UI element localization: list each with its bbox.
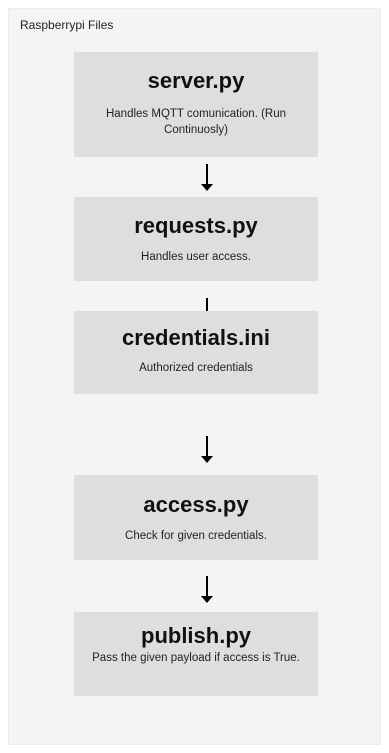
- node-credentials-ini[interactable]: credentials.ini Authorized credentials: [74, 311, 318, 394]
- node-access-py[interactable]: access.py Check for given credentials.: [74, 475, 318, 560]
- node-requests-py[interactable]: requests.py Handles user access.: [74, 197, 318, 281]
- node-title: requests.py: [134, 213, 258, 238]
- node-description: Handles MQTT comunication. (Run Continuo…: [105, 108, 287, 136]
- node-publish-py[interactable]: publish.py Pass the given payload if acc…: [74, 612, 318, 696]
- node-title: access.py: [143, 492, 249, 517]
- arrow-down-icon: [199, 576, 215, 603]
- frame-title: Raspberrypi Files: [20, 18, 114, 32]
- node-title: credentials.ini: [122, 325, 270, 350]
- node-description: Authorized credentials: [139, 362, 253, 374]
- node-server-py[interactable]: server.py Handles MQTT comunication. (Ru…: [74, 52, 318, 157]
- node-description: Check for given credentials.: [125, 530, 267, 542]
- node-title: publish.py: [141, 623, 251, 648]
- node-title: server.py: [147, 68, 245, 93]
- node-description: Pass the given payload if access is True…: [92, 652, 300, 664]
- arrow-down-icon: [199, 164, 215, 191]
- node-description: Handles user access.: [141, 251, 251, 263]
- diagram-frame: Raspberrypi Files server.py Handles MQTT…: [8, 8, 381, 745]
- arrow-down-icon: [199, 436, 215, 463]
